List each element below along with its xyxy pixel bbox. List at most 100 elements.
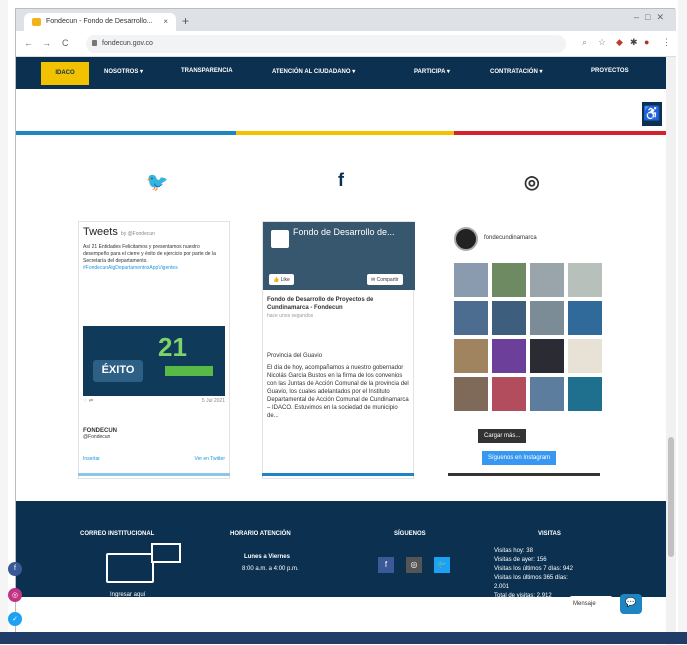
instagram-photo[interactable] (530, 263, 564, 297)
footer-facebook-icon[interactable]: f (378, 557, 394, 573)
instagram-photo[interactable] (568, 377, 602, 411)
instagram-load-more-button[interactable]: Cargar más... (478, 429, 527, 443)
instagram-photo[interactable] (454, 263, 488, 297)
visitas-line: 2.001 (494, 584, 510, 590)
footer-twitter-icon[interactable]: 🐦 (434, 557, 450, 573)
twitter-icon: 🐦 (146, 172, 169, 192)
tab-title: Fondecun - Fondo de Desarrollo... (46, 18, 153, 25)
page-scrollbar[interactable] (666, 57, 676, 645)
tweet-date: 5 Jul 2021 (201, 398, 225, 404)
visitas-line: Total de visitas: 2.912 (494, 593, 552, 599)
instagram-photo[interactable] (568, 301, 602, 335)
visitas-line: Visitas hoy: 38 (494, 548, 533, 554)
nav-item-transparencia[interactable]: TRANSPARENCIA (181, 68, 233, 74)
facebook-post-heading: Provincia del Guavio (267, 353, 323, 359)
horario-dias: Lunes a Viernes (244, 554, 290, 560)
computer-icon[interactable] (106, 553, 154, 583)
tweet-image-banner (165, 366, 213, 376)
tweet-image-number: 21 (158, 332, 187, 362)
nav-item-proyectos[interactable]: PROYECTOS (591, 68, 629, 74)
horario-horas: 8:00 a.m. a 4:00 p.m. (242, 566, 299, 572)
facebook-post-body: Provincia del Guavio El día de hoy, acom… (267, 352, 411, 482)
footer-heading-horario: HORARIO ATENCIÓN (230, 531, 291, 537)
url-input[interactable]: fondecun.gov.co (86, 35, 566, 53)
instagram-photo[interactable] (492, 339, 526, 373)
os-taskbar (0, 632, 687, 644)
tweet-text: Así 21 Entidades Felicitamos y presentam… (83, 244, 216, 271)
site-footer: CORREO INSTITUCIONAL Ingresar aquí HORAR… (16, 501, 666, 608)
reply-icon[interactable]: ♡ ⇄ (83, 398, 93, 404)
instagram-photo[interactable] (568, 339, 602, 373)
extension-shield-icon[interactable]: ◆ (616, 37, 623, 48)
back-icon[interactable]: ← (24, 38, 33, 48)
twitter-widget-title: Tweets by @Fondecun (83, 226, 155, 238)
nav-item-nosotros[interactable]: NOSOTROS ▾ (104, 68, 143, 75)
browser-tab[interactable]: Fondecun - Fondo de Desarrollo... × (24, 13, 176, 31)
nav-item-atencion[interactable]: ATENCIÓN AL CIUDADANO ▾ (272, 68, 355, 75)
tweet-hashtag-link[interactable]: #FondecunAlgDepartamentosAppVigentes (83, 265, 178, 271)
tweet-footer: ♡ ⇄ 5 Jul 2021 (83, 398, 225, 404)
left-desktop-edge (0, 0, 8, 644)
instagram-photo[interactable] (530, 339, 564, 373)
menu-dots-icon[interactable]: ⋮ (662, 37, 671, 48)
nav-item-contratacion[interactable]: CONTRATACIÓN ▾ (490, 68, 542, 75)
instagram-avatar[interactable] (454, 227, 478, 251)
visitas-line: Estadísticas de visitas: 160 (494, 602, 567, 608)
web-page: IDACO NOSOTROS ▾ TRANSPARENCIA ATENCIÓN … (16, 57, 676, 645)
right-desktop-edge (678, 0, 687, 644)
instagram-photo[interactable] (454, 339, 488, 373)
forward-icon[interactable]: → (42, 38, 51, 48)
footer-instagram-icon[interactable]: ◎ (406, 557, 422, 573)
facebook-share-button[interactable]: ✉ Compartir (367, 274, 403, 285)
reload-icon[interactable]: C (62, 38, 69, 48)
visitas-line: Visitas de ayer: 156 (494, 557, 547, 563)
instagram-account[interactable]: fondecundinamarca (484, 235, 537, 241)
window-controls[interactable]: –□✕ (634, 12, 670, 23)
url-text: fondecun.gov.co (102, 40, 153, 47)
nav-home[interactable]: IDACO (41, 62, 89, 85)
star-icon[interactable]: ☆ (598, 37, 606, 48)
instagram-photo[interactable] (492, 377, 526, 411)
instagram-photo[interactable] (530, 377, 564, 411)
twitter-account-handle: @Fondecun (83, 434, 111, 440)
lock-icon (92, 40, 97, 46)
facebook-like-button[interactable]: 👍 Like (269, 274, 294, 285)
extension-puzzle-icon[interactable]: ✱ (630, 37, 638, 48)
instagram-photo[interactable] (492, 301, 526, 335)
facebook-post-date: hace unos segundos (267, 313, 314, 319)
nav-item-participa[interactable]: PARTICIPA ▾ (414, 68, 450, 75)
instagram-follow-button[interactable]: Síguenos en Instagram (482, 451, 557, 465)
instagram-photo[interactable] (492, 263, 526, 297)
floating-facebook-icon[interactable]: f (8, 562, 22, 576)
facebook-page-header[interactable]: Fondo de Desarrollo de... 👍 Like ✉ Compa… (263, 222, 415, 290)
floating-twitter-icon[interactable]: ✓ (8, 612, 22, 626)
instagram-photo[interactable] (454, 377, 488, 411)
stripe-red (454, 131, 666, 135)
instagram-widget: fondecundinamarca Cargar más... Síguenos… (448, 221, 602, 479)
scrollbar-thumb[interactable] (668, 437, 674, 557)
correo-link[interactable]: Ingresar aquí (110, 591, 145, 600)
main-navigation: IDACO NOSOTROS ▾ TRANSPARENCIA ATENCIÓN … (16, 57, 666, 89)
tab-close-icon[interactable]: × (163, 17, 168, 26)
twitter-account[interactable]: FONDECUN @Fondecun (83, 428, 117, 440)
chat-label[interactable]: Mensaje (569, 596, 613, 612)
profile-avatar-icon[interactable]: ● (644, 37, 649, 47)
accessibility-icon[interactable]: ♿ (642, 102, 662, 126)
view-on-twitter-link[interactable]: Ver en Twitter (195, 456, 225, 462)
floating-instagram-icon[interactable]: ◎ (8, 588, 22, 602)
footer-heading-correo: CORREO INSTITUCIONAL (80, 531, 155, 537)
site-favicon-icon (32, 18, 41, 26)
instagram-photo[interactable] (568, 263, 602, 297)
instagram-photo[interactable] (530, 301, 564, 335)
instagram-photo[interactable] (454, 301, 488, 335)
tweet-image[interactable]: 21 ÉXITO (83, 326, 225, 396)
facebook-post-author[interactable]: Fondo de Desarrollo de Proyectos de Cund… (267, 296, 411, 312)
facebook-post-text: El día de hoy, acompañamos a nuestro gob… (267, 365, 409, 419)
envelope-icon[interactable] (151, 543, 181, 563)
chat-icon[interactable]: 💬 (620, 594, 642, 614)
tab-bar: Fondecun - Fondo de Desarrollo... × + –□… (16, 9, 676, 31)
zoom-icon[interactable]: ⌕ (582, 37, 587, 48)
twitter-embed-link[interactable]: Insertar (83, 456, 100, 462)
twitter-widget: Tweets by @Fondecun Así 21 Entidades Fel… (78, 221, 230, 479)
new-tab-button[interactable]: + (182, 14, 189, 28)
